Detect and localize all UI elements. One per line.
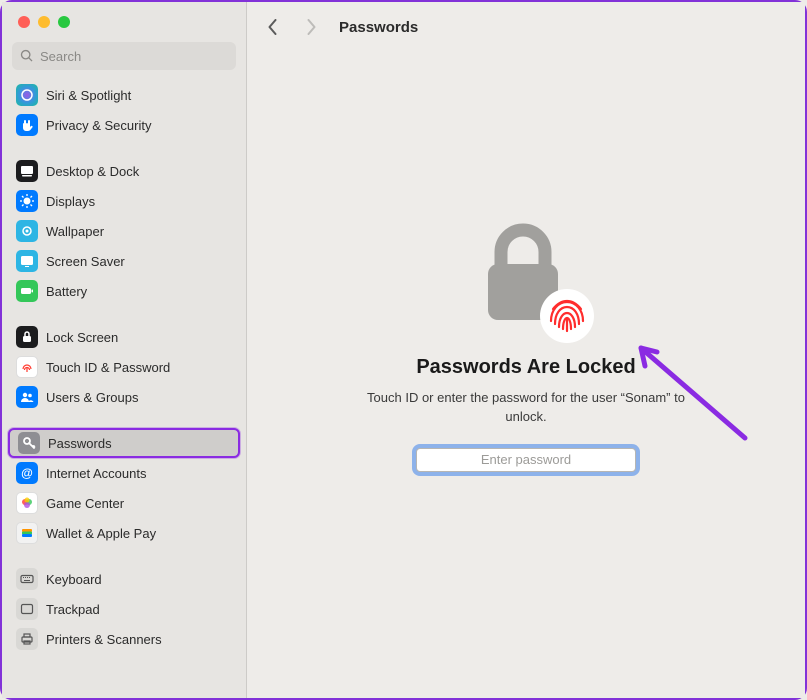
- sidebar-item-label: Battery: [46, 284, 87, 299]
- sidebar-item-label: Desktop & Dock: [46, 164, 139, 179]
- nav-back-button[interactable]: [263, 17, 283, 37]
- password-input[interactable]: [416, 448, 636, 472]
- sidebar-item-label: Printers & Scanners: [46, 632, 162, 647]
- gamecenter-icon: [16, 492, 38, 514]
- sidebar-item-label: Privacy & Security: [46, 118, 151, 133]
- battery-icon: [16, 280, 38, 302]
- sidebar-item-touch-id-password[interactable]: Touch ID & Password: [8, 352, 240, 382]
- sidebar-item-wallet-apple-pay[interactable]: Wallet & Apple Pay: [8, 518, 240, 548]
- sidebar-item-desktop-dock[interactable]: Desktop & Dock: [8, 156, 240, 186]
- locked-heading: Passwords Are Locked: [416, 356, 635, 379]
- nav-forward-button[interactable]: [301, 17, 321, 37]
- printer-icon: [16, 628, 38, 650]
- page-title: Passwords: [339, 19, 418, 36]
- sidebar-item-game-center[interactable]: Game Center: [8, 488, 240, 518]
- displays-icon: [16, 190, 38, 212]
- sidebar-item-label: Trackpad: [46, 602, 100, 617]
- sidebar-item-label: Displays: [46, 194, 95, 209]
- hand-icon: [16, 114, 38, 136]
- keyboard-icon: [16, 568, 38, 590]
- sidebar-item-trackpad[interactable]: Trackpad: [8, 594, 240, 624]
- toolbar: Passwords: [247, 2, 805, 52]
- sidebar-item-wallpaper[interactable]: Wallpaper: [8, 216, 240, 246]
- sidebar-item-label: Siri & Spotlight: [46, 88, 131, 103]
- sidebar-item-label: Game Center: [46, 496, 124, 511]
- wallet-icon: [16, 522, 38, 544]
- sidebar-item-passwords[interactable]: Passwords: [8, 428, 240, 458]
- sidebar-item-internet-accounts[interactable]: @ Internet Accounts: [8, 458, 240, 488]
- sidebar-item-label: Touch ID & Password: [46, 360, 170, 375]
- touchid-icon: [16, 356, 38, 378]
- sidebar-item-label: Lock Screen: [46, 330, 118, 345]
- key-icon: [18, 432, 40, 454]
- sidebar-item-lock-screen[interactable]: Lock Screen: [8, 322, 240, 352]
- fingerprint-icon: [539, 288, 595, 344]
- wallpaper-icon: [16, 220, 38, 242]
- sidebar-item-keyboard[interactable]: Keyboard: [8, 564, 240, 594]
- sidebar-item-label: Users & Groups: [46, 390, 138, 405]
- trackpad-icon: [16, 598, 38, 620]
- at-icon: @: [16, 462, 38, 484]
- sidebar-item-label: Wallpaper: [46, 224, 104, 239]
- search-input[interactable]: [12, 42, 236, 70]
- sidebar-item-battery[interactable]: Battery: [8, 276, 240, 306]
- content: Passwords Are Locked Touch ID or enter t…: [247, 52, 805, 698]
- sidebar-item-label: Internet Accounts: [46, 466, 146, 481]
- sidebar-item-displays[interactable]: Displays: [8, 186, 240, 216]
- users-icon: [16, 386, 38, 408]
- locked-subtext: Touch ID or enter the password for the u…: [366, 389, 686, 425]
- search-container: [12, 42, 236, 70]
- sidebar-item-users-groups[interactable]: Users & Groups: [8, 382, 240, 412]
- sidebar-item-label: Screen Saver: [46, 254, 125, 269]
- svg-text:@: @: [21, 466, 33, 480]
- sidebar-item-printers-scanners[interactable]: Printers & Scanners: [8, 624, 240, 654]
- main-panel: Passwords Passwords Are Locked Touch: [247, 2, 805, 698]
- sidebar-item-screen-saver[interactable]: Screen Saver: [8, 246, 240, 276]
- sidebar-item-label: Passwords: [48, 436, 112, 451]
- search-icon: [20, 49, 34, 63]
- sidebar: Siri & Spotlight Privacy & Security Deskto…: [2, 2, 247, 698]
- sidebar-item-siri-spotlight[interactable]: Siri & Spotlight: [8, 80, 240, 110]
- sidebar-item-label: Keyboard: [46, 572, 102, 587]
- maximize-window-button[interactable]: [58, 16, 70, 28]
- screensaver-icon: [16, 250, 38, 272]
- window-controls: [2, 2, 246, 36]
- sidebar-item-privacy-security[interactable]: Privacy & Security: [8, 110, 240, 140]
- siri-icon: [16, 84, 38, 106]
- dock-icon: [16, 160, 38, 182]
- lockscreen-icon: [16, 326, 38, 348]
- lock-graphic: [471, 218, 581, 338]
- close-window-button[interactable]: [18, 16, 30, 28]
- sidebar-item-label: Wallet & Apple Pay: [46, 526, 156, 541]
- minimize-window-button[interactable]: [38, 16, 50, 28]
- sidebar-list: Siri & Spotlight Privacy & Security Deskto…: [2, 80, 246, 698]
